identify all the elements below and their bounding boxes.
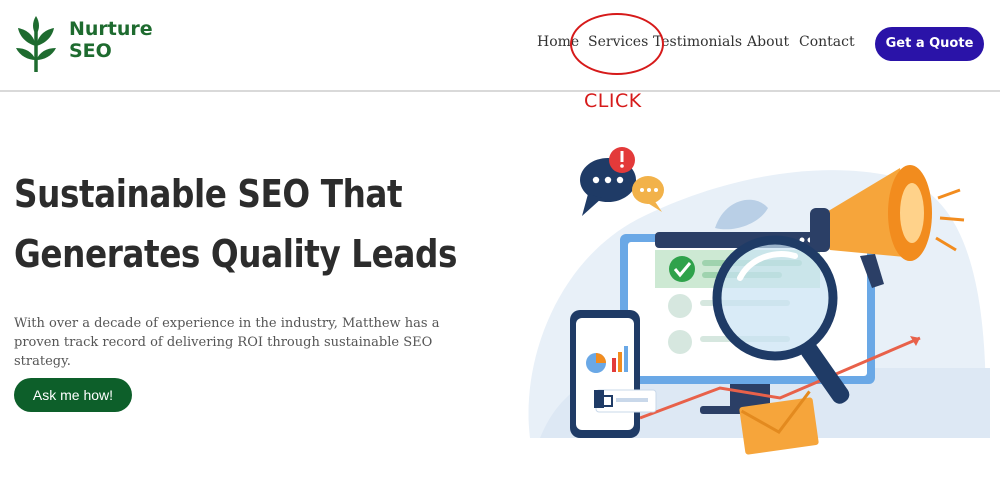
- click-annotation-label: CLICK: [584, 90, 642, 112]
- hero-title-line1: Sustainable SEO That: [14, 172, 403, 216]
- brand-line2: SEO: [69, 40, 112, 62]
- nav-services-link[interactable]: Services: [588, 34, 648, 50]
- logo[interactable]: Nurture SEO: [14, 14, 164, 74]
- nav-testimonials-link[interactable]: Testimonials: [653, 34, 742, 50]
- alert-icon: [609, 147, 635, 173]
- nav-contact-link[interactable]: Contact: [799, 34, 855, 50]
- brand-name: Nurture SEO: [69, 18, 153, 62]
- site-header: Nurture SEO Home Services Testimonials A…: [0, 0, 1000, 92]
- get-quote-button[interactable]: Get a Quote: [875, 27, 984, 61]
- nav-about-link[interactable]: About: [747, 34, 789, 50]
- sprout-logo-icon: [16, 16, 56, 72]
- hero-title: Sustainable SEO That Generates Quality L…: [14, 164, 458, 284]
- seo-illustration: [528, 147, 990, 455]
- hero-description: With over a decade of experience in the …: [14, 316, 440, 369]
- ask-me-how-button[interactable]: Ask me how!: [14, 378, 132, 412]
- brand-line1: Nurture: [69, 18, 153, 40]
- nav-home-link[interactable]: Home: [537, 34, 579, 50]
- hero-title-line2: Generates Quality Leads: [14, 232, 458, 276]
